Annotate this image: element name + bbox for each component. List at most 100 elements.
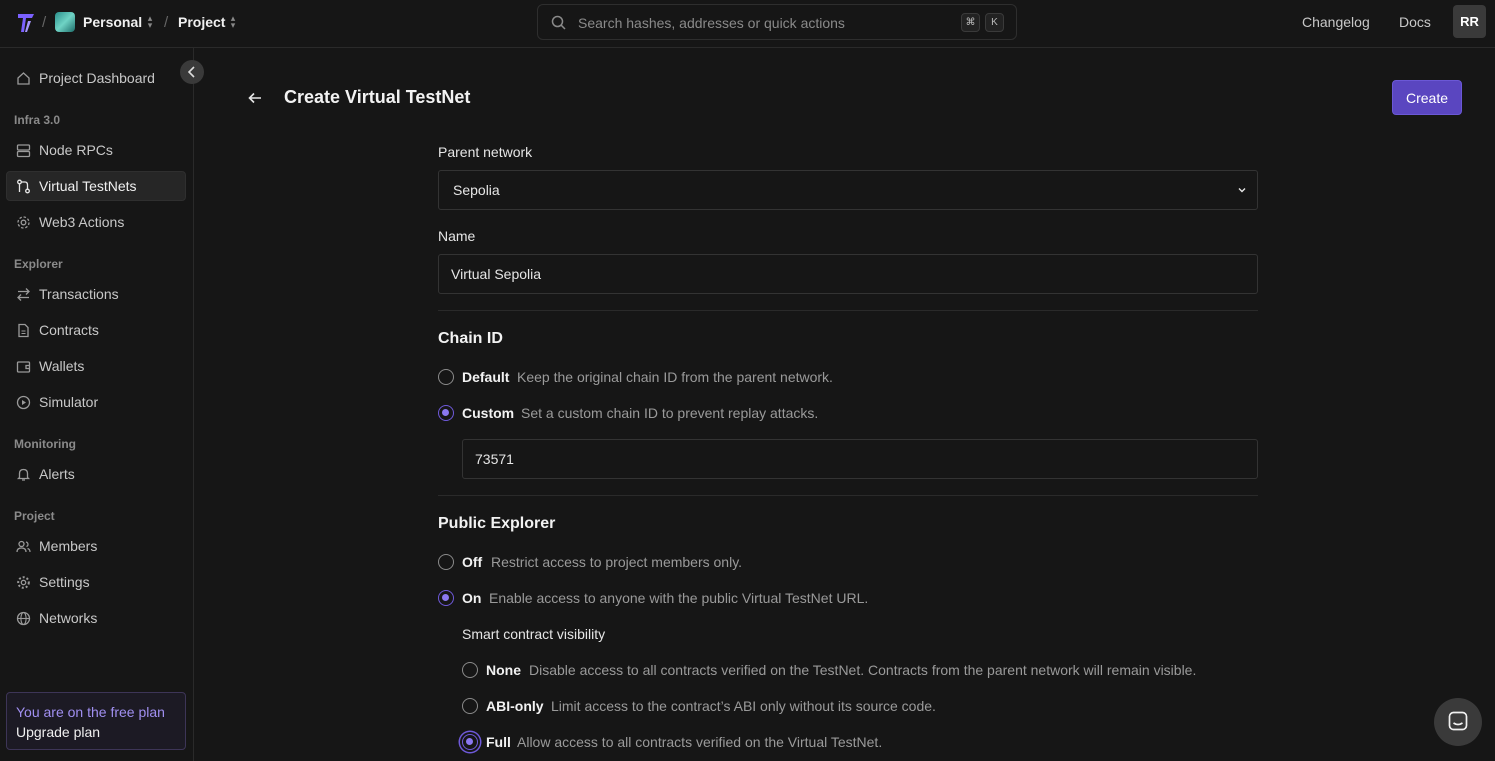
sidebar-item-project-dashboard[interactable]: Project Dashboard — [6, 63, 186, 93]
free-plan-notice: You are on the free plan — [16, 704, 165, 720]
public-explorer-off-description: Restrict access to project members only. — [491, 554, 743, 570]
visibility-full-label[interactable]: Full — [486, 734, 511, 750]
public-explorer-title: Public Explorer — [438, 515, 556, 532]
public-explorer-on-label[interactable]: On — [462, 590, 481, 606]
sidebar-item-contracts[interactable]: Contracts — [6, 315, 186, 345]
search-icon — [551, 15, 566, 30]
parent-network-select[interactable]: Sepolia — [438, 170, 1258, 210]
visibility-none-label[interactable]: None — [486, 662, 521, 678]
project-chevron-icon[interactable]: ▴ ▾ — [229, 14, 237, 30]
sidebar-item-alerts[interactable]: Alerts — [6, 459, 186, 489]
visibility-full-description: Allow access to all contracts verified o… — [517, 734, 883, 750]
visibility-full-radio[interactable] — [462, 734, 478, 750]
support-chat-button[interactable] — [1434, 698, 1482, 746]
visibility-none-radio[interactable] — [462, 662, 478, 678]
users-icon — [16, 540, 31, 553]
search-input[interactable]: Search hashes, addresses or quick action… — [537, 4, 1017, 40]
visibility-none-description: Disable access to all contracts verified… — [529, 662, 1197, 678]
section-label-explorer: Explorer — [14, 257, 63, 271]
name-input-value: Virtual Sepolia — [451, 266, 542, 282]
chain-id-custom-description: Set a custom chain ID to prevent replay … — [521, 405, 819, 421]
sidebar-item-label: Simulator — [39, 394, 99, 410]
public-explorer-off-radio[interactable] — [438, 554, 454, 570]
parent-network-label: Parent network — [438, 144, 533, 160]
chain-id-title: Chain ID — [438, 330, 503, 347]
changelog-link[interactable]: Changelog — [1302, 14, 1370, 30]
public-explorer-on-radio[interactable] — [438, 590, 454, 606]
user-avatar[interactable]: RR — [1453, 5, 1486, 38]
sidebar-item-label: Project Dashboard — [39, 70, 155, 86]
sidebar-item-label: Networks — [39, 610, 98, 626]
sidebar-item-label: Contracts — [39, 322, 99, 338]
gear-icon — [17, 576, 30, 589]
breadcrumb-separator: / — [42, 14, 47, 31]
breadcrumb-separator: / — [164, 14, 169, 31]
sidebar-item-web3-actions[interactable]: Web3 Actions — [6, 207, 186, 237]
sidebar-item-node-rpcs[interactable]: Node RPCs — [6, 135, 186, 165]
sidebar-item-label: Node RPCs — [39, 142, 113, 158]
chain-id-default-radio[interactable] — [438, 369, 454, 385]
workspace-avatar[interactable] — [55, 12, 75, 32]
bell-icon — [16, 468, 31, 481]
tenderly-logo-icon[interactable] — [16, 12, 36, 34]
create-button[interactable]: Create — [1392, 80, 1462, 115]
cog-icon — [17, 216, 30, 229]
chain-id-custom-radio[interactable] — [438, 405, 454, 421]
sidebar-item-members[interactable]: Members — [6, 531, 186, 561]
chat-icon — [1448, 711, 1468, 731]
sidebar-item-label: Settings — [39, 574, 90, 590]
chevron-left-icon — [187, 66, 195, 78]
wallet-icon — [16, 361, 31, 373]
collapse-sidebar-button[interactable] — [180, 60, 204, 84]
chevron-down-icon — [1238, 188, 1246, 193]
name-label: Name — [438, 228, 476, 244]
sidebar-item-label: Alerts — [39, 466, 75, 482]
back-arrow-icon[interactable] — [247, 90, 263, 106]
public-explorer-on-description: Enable access to anyone with the public … — [489, 590, 869, 606]
visibility-abi-only-description: Limit access to the contract’s ABI only … — [551, 698, 936, 714]
top-bar: / Personal ▴ ▾ / Project ▴ ▾ Search hashes… — [0, 0, 1495, 48]
name-input[interactable]: Virtual Sepolia — [438, 254, 1258, 294]
chain-id-default-label[interactable]: Default — [462, 369, 509, 385]
file-icon — [18, 323, 29, 338]
sidebar-item-label: Transactions — [39, 286, 119, 302]
divider — [438, 495, 1258, 496]
page-title: Create Virtual TestNet — [284, 87, 471, 107]
parent-network-value: Sepolia — [453, 182, 500, 198]
chain-id-custom-label[interactable]: Custom — [462, 405, 514, 421]
sidebar-item-wallets[interactable]: Wallets — [6, 351, 186, 381]
home-icon — [17, 72, 30, 85]
custom-chain-id-value: 73571 — [475, 451, 514, 467]
upgrade-plan-link[interactable]: Upgrade plan — [16, 724, 100, 740]
arrows-left-right-icon — [17, 288, 30, 301]
sidebar-item-label: Wallets — [39, 358, 85, 374]
project-switcher[interactable]: Project — [178, 14, 225, 30]
free-plan-banner[interactable]: You are on the free plan Upgrade plan — [6, 692, 186, 750]
section-label-infra: Infra 3.0 — [14, 113, 61, 127]
sidebar-item-label: Virtual TestNets — [39, 178, 137, 194]
sidebar-item-transactions[interactable]: Transactions — [6, 279, 186, 309]
visibility-abi-only-radio[interactable] — [462, 698, 478, 714]
command-key-icon: ⌘ — [961, 13, 980, 32]
visibility-abi-only-label[interactable]: ABI-only — [486, 698, 544, 714]
custom-chain-id-input[interactable]: 73571 — [462, 439, 1258, 479]
chain-id-default-description: Keep the original chain ID from the pare… — [517, 369, 833, 385]
sidebar-item-label: Web3 Actions — [39, 214, 125, 230]
workspace-switcher[interactable]: Personal — [83, 14, 142, 30]
git-fork-icon — [17, 179, 30, 194]
sidebar-item-networks[interactable]: Networks — [6, 603, 186, 633]
section-label-monitoring: Monitoring — [14, 437, 76, 451]
sidebar-item-simulator[interactable]: Simulator — [6, 387, 186, 417]
sidebar-item-virtual-testnets[interactable]: Virtual TestNets — [6, 171, 186, 201]
workspace-chevron-icon[interactable]: ▴ ▾ — [146, 14, 154, 30]
docs-link[interactable]: Docs — [1399, 14, 1431, 30]
play-circle-icon — [16, 395, 31, 410]
search-placeholder: Search hashes, addresses or quick action… — [578, 15, 845, 31]
sidebar: Project Dashboard Infra 3.0 Node RPCs Vi… — [0, 48, 204, 761]
sidebar-item-settings[interactable]: Settings — [6, 567, 186, 597]
server-icon — [16, 144, 31, 158]
smart-contract-visibility-label: Smart contract visibility — [462, 626, 606, 642]
public-explorer-off-label[interactable]: Off — [462, 554, 482, 570]
sidebar-item-label: Members — [39, 538, 98, 554]
globe-icon — [16, 611, 31, 626]
